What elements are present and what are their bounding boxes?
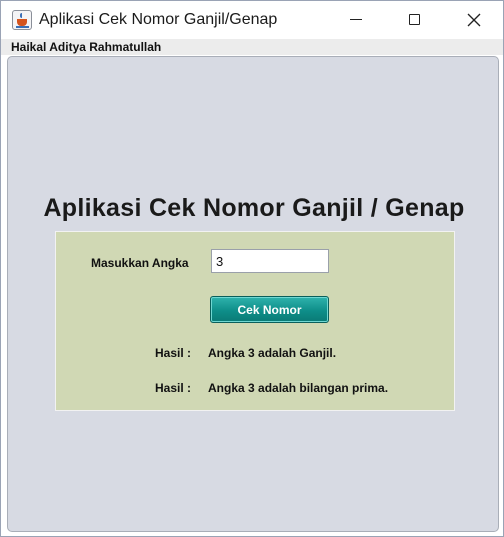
title-bar[interactable]: Aplikasi Cek Nomor Ganjil/Genap [1, 1, 503, 39]
result-label-prime: Hasil : [155, 381, 192, 395]
result-label-parity: Hasil : [155, 346, 192, 360]
java-cup-icon [12, 10, 32, 30]
number-input[interactable] [211, 249, 329, 273]
maximize-button[interactable] [386, 1, 444, 39]
result-value-prime: Angka 3 adalah bilangan prima. [208, 381, 389, 395]
close-icon [467, 13, 481, 27]
page-title: Aplikasi Cek Nomor Ganjil / Genap [43, 194, 465, 222]
maximize-icon [409, 14, 420, 25]
form-panel: Masukkan Angka Cek Nomor Hasil : Angka 3… [55, 231, 455, 411]
menu-bar: Haikal Aditya Rahmatullah [1, 39, 503, 55]
close-button[interactable] [445, 1, 503, 39]
minimize-button[interactable] [327, 1, 385, 39]
content-panel: Aplikasi Cek Nomor Ganjil / Genap Masukk… [7, 56, 499, 532]
number-input-label: Masukkan Angka [91, 256, 189, 270]
minimize-icon [350, 19, 362, 20]
result-value-parity: Angka 3 adalah Ganjil. [208, 346, 337, 360]
window-title: Aplikasi Cek Nomor Ganjil/Genap [39, 11, 278, 28]
author-label: Haikal Aditya Rahmatullah [11, 40, 162, 54]
check-number-button[interactable]: Cek Nomor [210, 296, 329, 323]
app-window: Aplikasi Cek Nomor Ganjil/Genap Haikal A… [0, 0, 504, 537]
